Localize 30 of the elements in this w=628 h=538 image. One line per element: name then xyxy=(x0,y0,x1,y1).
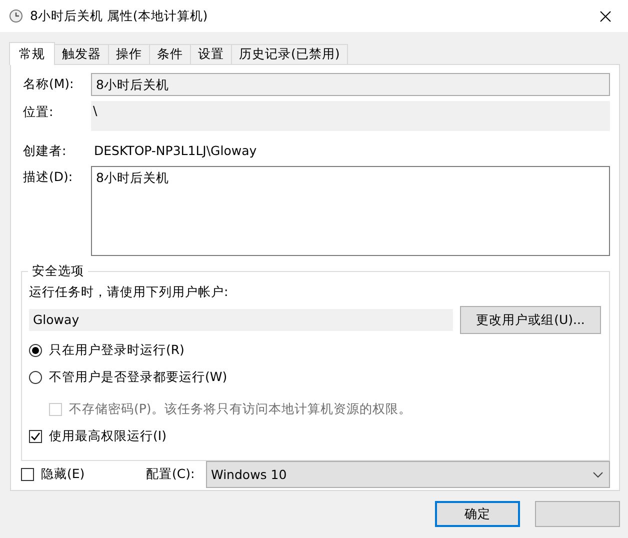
tab[interactable]: 常规 xyxy=(9,42,55,65)
checkbox-label[interactable]: 隐藏(E) xyxy=(41,466,85,483)
window-title: 8小时后关机 属性(本地计算机) xyxy=(30,8,209,24)
radio-button[interactable] xyxy=(29,370,42,384)
author-value: DESKTOP-NP3L1LJ\Gloway xyxy=(93,142,258,160)
chevron-down-icon xyxy=(593,472,603,478)
radio-label[interactable]: 不管用户是否登录都要运行(W) xyxy=(49,368,228,386)
tab[interactable]: 历史记录(已禁用) xyxy=(231,44,348,64)
config-dropdown[interactable]: Windows 10 xyxy=(206,461,610,488)
name-field: 8小时后关机 xyxy=(91,73,610,96)
location-field: \ xyxy=(91,101,610,131)
radio-button[interactable] xyxy=(29,344,42,356)
checkbox[interactable] xyxy=(21,468,34,481)
field-label: 名称(M): xyxy=(22,75,75,93)
config-value: Windows 10 xyxy=(211,467,287,482)
clock-icon xyxy=(9,9,23,23)
change-user-button[interactable]: 更改用户或组(U)... xyxy=(460,306,601,334)
close-icon xyxy=(600,10,610,22)
config-label: 配置(C): xyxy=(146,466,196,483)
field-label: 位置: xyxy=(22,103,54,121)
dialog-button[interactable]: 确定 xyxy=(435,501,520,527)
account-field: Gloway xyxy=(29,309,453,331)
checkbox-label[interactable]: 使用最高权限运行(I) xyxy=(49,428,166,444)
field-label: 创建者: xyxy=(22,142,68,160)
run-as-label: 运行任务时，请使用下列用户帐户: xyxy=(29,284,230,301)
description-field[interactable]: 8小时后关机 xyxy=(91,166,610,256)
field-label: 描述(D): xyxy=(22,168,74,186)
checkbox[interactable] xyxy=(29,430,42,442)
radio-label[interactable]: 只在用户登录时运行(R) xyxy=(49,342,184,358)
group-title: 安全选项 xyxy=(31,263,85,280)
